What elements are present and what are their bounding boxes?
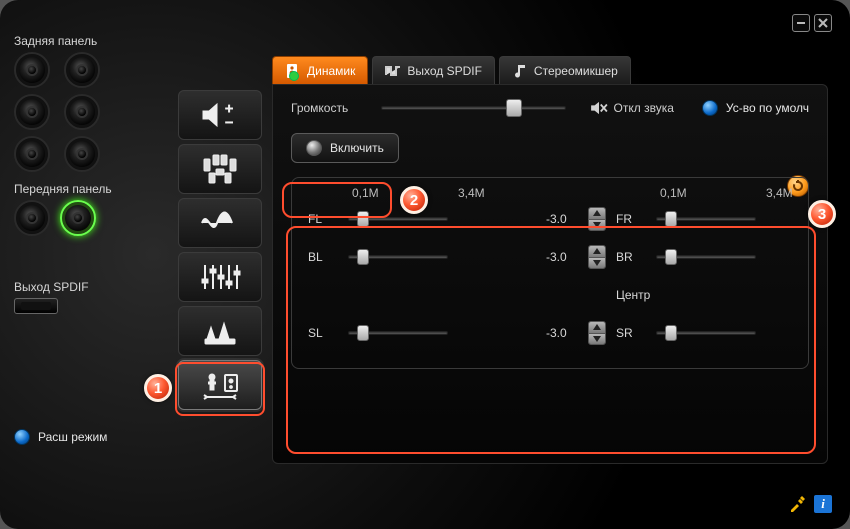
channel-value: -3.0 <box>846 212 850 226</box>
front-panel-label: Передняя панель <box>14 182 154 196</box>
distance-row: SL -3.0 SR -3.0 <box>308 314 792 352</box>
volume-label: Громкость <box>291 101 367 115</box>
front-jack-row <box>14 200 154 236</box>
music-note-icon <box>512 63 528 79</box>
rear-jack[interactable] <box>64 94 100 130</box>
channel-value: -3.0 <box>846 250 850 264</box>
callout-marker-1: 1 <box>144 374 172 402</box>
scale-max: 3,4M <box>766 186 846 200</box>
channel-slider[interactable] <box>656 211 756 227</box>
step-up[interactable] <box>589 322 605 334</box>
top-tabs: Динамик Выход SPDIF Стереомикшер <box>272 56 828 84</box>
spdif-port[interactable] <box>14 298 58 314</box>
channel-slider[interactable] <box>656 249 756 265</box>
side-tab-effects[interactable] <box>178 198 262 248</box>
side-tab-environment[interactable] <box>178 306 262 356</box>
radio-icon <box>702 100 718 116</box>
mute-toggle[interactable]: Откл звука <box>590 101 674 115</box>
settings-button[interactable] <box>788 495 806 513</box>
callout-marker-3: 3 <box>808 200 836 228</box>
scale-min: 0,1M <box>656 186 766 200</box>
rear-jack-grid <box>14 52 154 172</box>
tab-speaker[interactable]: Динамик <box>272 56 368 84</box>
step-down[interactable] <box>589 334 605 345</box>
channel-value: -3.0 <box>538 212 588 226</box>
distance-row: BL -3.0 BR -3.0 <box>308 238 792 276</box>
scale-max: 3,4M <box>458 186 538 200</box>
rear-panel-label: Задняя панель <box>14 34 154 48</box>
channel-stepper[interactable] <box>588 245 606 269</box>
channel-label: BL <box>308 250 348 264</box>
channel-label: FL <box>308 212 348 226</box>
front-jack-active[interactable] <box>60 200 96 236</box>
channel-label: SR <box>616 326 656 340</box>
channel-slider[interactable] <box>348 325 448 341</box>
rear-jack[interactable] <box>14 136 50 172</box>
channel-slider[interactable] <box>348 211 448 227</box>
channel-value: -3.0 <box>538 250 588 264</box>
app-window: Задняя панель Передняя панель Выход SPDI… <box>0 0 850 529</box>
default-device-label: Ус-во по умолч <box>726 101 809 115</box>
main-panel: Динамик Выход SPDIF Стереомикшер Громкос… <box>272 56 828 481</box>
side-tab-room-correction[interactable] <box>178 360 262 410</box>
tab-content: Громкость Откл звука Ус-во по умолч Вклю… <box>272 84 828 464</box>
step-up[interactable] <box>589 208 605 220</box>
enable-label: Включить <box>330 141 384 155</box>
close-button[interactable] <box>814 14 832 32</box>
rear-jack[interactable] <box>14 52 50 88</box>
default-device-toggle[interactable]: Ус-во по умолч <box>702 100 809 116</box>
side-tab-speaker-config[interactable] <box>178 144 262 194</box>
svg-text:−: − <box>225 114 233 130</box>
channel-value: -3.0 <box>846 326 850 340</box>
tab-label: Выход SPDIF <box>407 64 482 78</box>
step-up[interactable] <box>589 246 605 258</box>
step-down[interactable] <box>589 220 605 231</box>
distance-row: FL -3.0 FR -3.0 <box>308 200 792 238</box>
volume-row: Громкость Откл звука Ус-во по умолч <box>291 99 809 117</box>
channel-stepper[interactable] <box>588 321 606 345</box>
advanced-mode-toggle[interactable]: Расш режим <box>14 429 107 445</box>
distance-row: Центр <box>308 276 792 314</box>
footer-icons: i <box>788 495 832 513</box>
side-tab-equalizer[interactable] <box>178 252 262 302</box>
channel-label: FR <box>616 212 656 226</box>
check-icon <box>289 71 299 81</box>
rear-jack[interactable] <box>64 136 100 172</box>
mute-label: Откл звука <box>614 101 674 115</box>
advanced-mode-label: Расш режим <box>38 430 107 444</box>
channel-slider[interactable] <box>348 249 448 265</box>
distance-header: 0,1M 3,4M 0,1M 3,4M <box>308 186 792 200</box>
spdif-label: Выход SPDIF <box>14 280 154 294</box>
center-label: Центр <box>616 288 656 302</box>
minimize-button[interactable] <box>792 14 810 32</box>
channel-value: -3.0 <box>538 326 588 340</box>
info-button[interactable]: i <box>814 495 832 513</box>
tab-label: Динамик <box>307 64 355 78</box>
side-tabs: +− <box>178 90 262 414</box>
enable-button[interactable]: Включить <box>291 133 399 163</box>
radio-icon <box>14 429 30 445</box>
front-jack[interactable] <box>14 200 50 236</box>
square-wave-icon <box>385 63 401 79</box>
hardware-panel: Задняя панель Передняя панель Выход SPDI… <box>14 34 154 314</box>
volume-slider[interactable] <box>381 99 566 117</box>
rear-jack[interactable] <box>64 52 100 88</box>
tab-label: Стереомикшер <box>534 64 618 78</box>
window-controls <box>792 14 832 32</box>
channel-label: SL <box>308 326 348 340</box>
rear-jack[interactable] <box>14 94 50 130</box>
channel-stepper[interactable] <box>588 207 606 231</box>
distance-panel: 0,1M 3,4M 0,1M 3,4M FL -3.0 FR -3.0 BL <box>291 177 809 369</box>
step-down[interactable] <box>589 258 605 269</box>
side-tab-volume[interactable]: +− <box>178 90 262 140</box>
channel-slider[interactable] <box>656 325 756 341</box>
callout-marker-2: 2 <box>400 186 428 214</box>
tab-spdif[interactable]: Выход SPDIF <box>372 56 495 84</box>
channel-label: BR <box>616 250 656 264</box>
tab-stereo-mix[interactable]: Стереомикшер <box>499 56 631 84</box>
radio-icon <box>306 140 322 156</box>
mute-icon <box>590 101 608 115</box>
